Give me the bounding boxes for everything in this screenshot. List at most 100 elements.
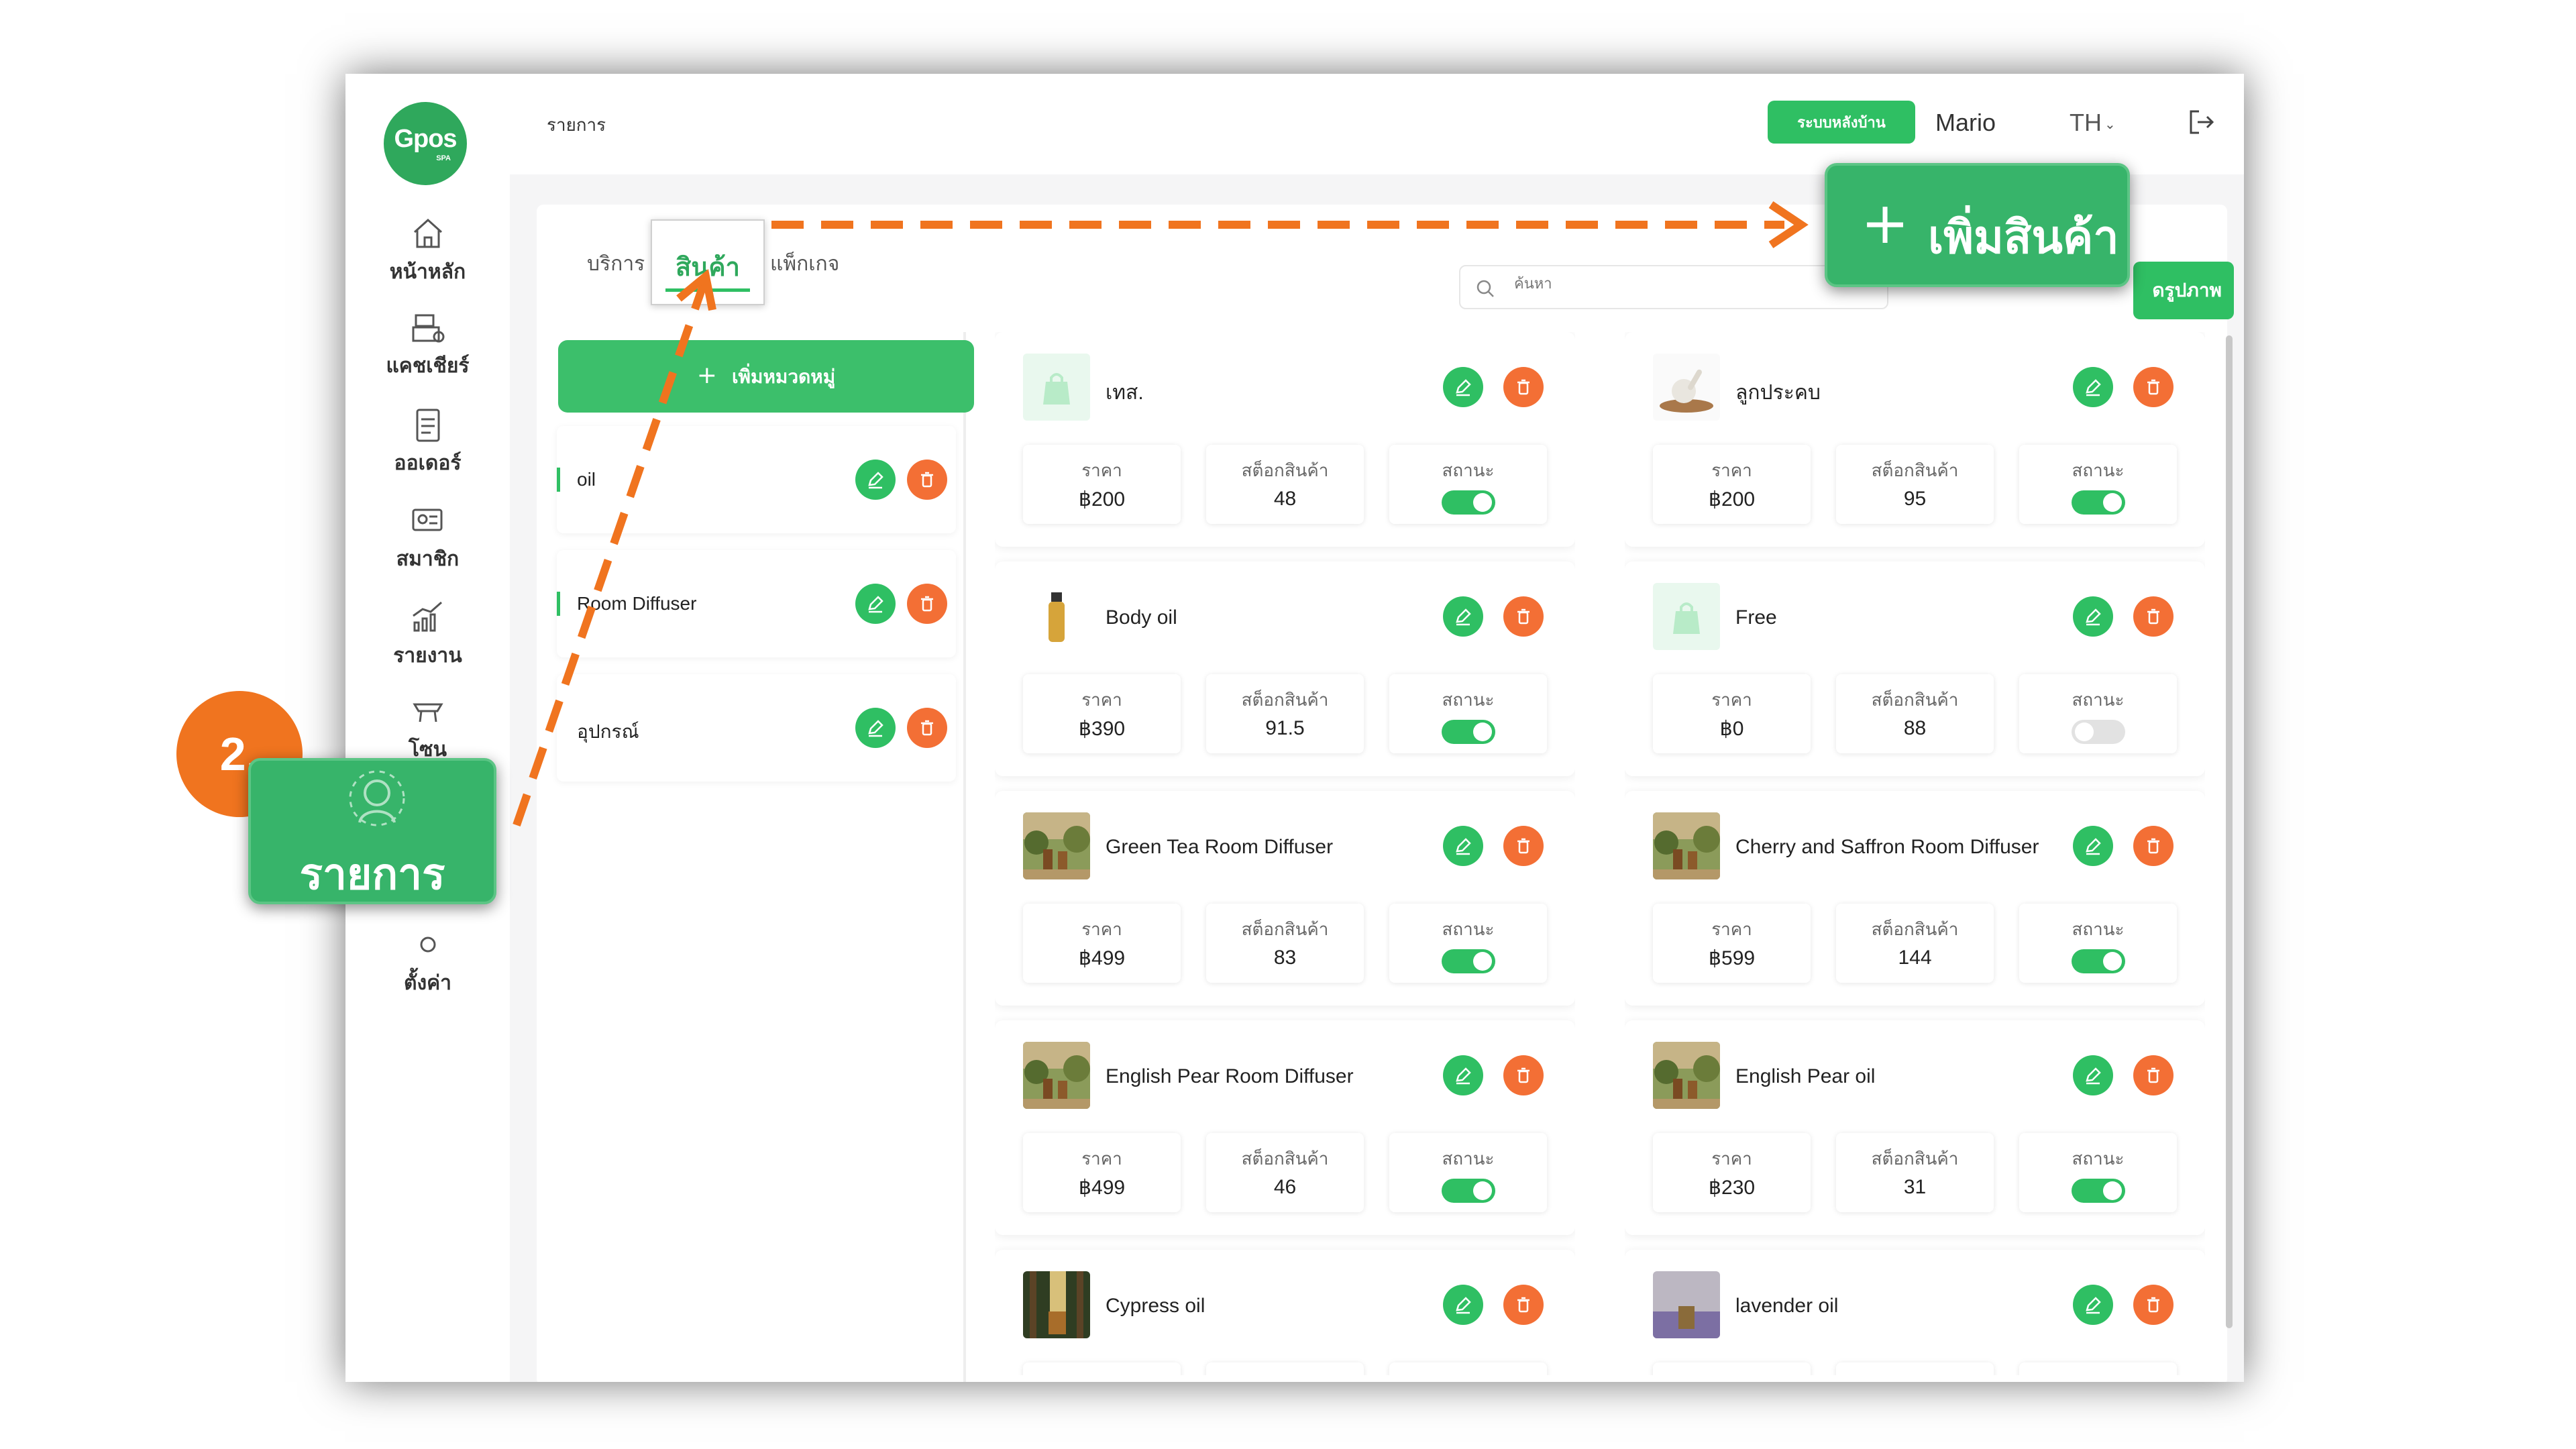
- product-name: เทส.: [1106, 382, 1144, 404]
- delete-product-button[interactable]: [2133, 826, 2174, 866]
- category-item[interactable]: Room Diffuser: [557, 550, 956, 657]
- delete-category-button[interactable]: [907, 708, 947, 748]
- plus-icon: +: [1861, 190, 1910, 257]
- nav-item-home[interactable]: หน้าหลัก: [345, 215, 510, 295]
- edit-product-button[interactable]: [2073, 1055, 2113, 1095]
- status-toggle[interactable]: [2072, 1179, 2125, 1203]
- product-image: [1653, 583, 1720, 650]
- product-card[interactable]: English Pear Room Diffuser ราคา ฿499 สต็อกส…: [995, 1020, 1575, 1235]
- nav-item-cashier[interactable]: แคชเชียร์: [345, 309, 510, 389]
- product-card[interactable]: Free ราคา ฿0 สต็อกสินค้า 88 สถานะ: [1625, 561, 2205, 776]
- edit-product-button[interactable]: [1443, 367, 1483, 407]
- nav-item-orders[interactable]: ออเดอร์: [345, 406, 510, 486]
- status-toggle[interactable]: [2072, 490, 2125, 515]
- status-toggle[interactable]: [2072, 720, 2125, 744]
- edit-product-button[interactable]: [2073, 826, 2113, 866]
- edit-product-button[interactable]: [1443, 596, 1483, 637]
- product-column-right: ลูกประคบ ราคา ฿200 สต็อกสินค้า 95 สถานะ Free รา…: [1625, 332, 2205, 1375]
- price-value: ฿599: [1708, 947, 1756, 969]
- delete-product-button[interactable]: [1503, 367, 1544, 407]
- category-item[interactable]: oil: [557, 426, 956, 533]
- nav-item-settings[interactable]: ตั้งค่า: [345, 926, 510, 1006]
- logout-icon[interactable]: [2187, 107, 2216, 137]
- price-box: ราคา ฿200: [1653, 445, 1811, 524]
- cashier-icon: [412, 314, 444, 343]
- tab-products[interactable]: สินค้า: [651, 219, 765, 305]
- status-toggle[interactable]: [1442, 720, 1495, 744]
- backoffice-button[interactable]: ระบบหลังบ้าน: [1768, 101, 1915, 144]
- delete-category-button[interactable]: [907, 460, 947, 500]
- product-card[interactable]: ลูกประคบ ราคา ฿200 สต็อกสินค้า 95 สถานะ: [1625, 332, 2205, 547]
- chevron-down-icon: ⌄: [2104, 117, 2116, 132]
- tab-services[interactable]: บริการ: [587, 248, 645, 280]
- delete-product-button[interactable]: [2133, 367, 2174, 407]
- product-name: Free: [1735, 606, 1777, 629]
- toggle-knob: [2103, 952, 2122, 971]
- delete-product-button[interactable]: [2133, 596, 2174, 637]
- status-toggle[interactable]: [1442, 949, 1495, 973]
- category-item[interactable]: อุปกรณ์: [557, 674, 956, 782]
- edit-product-button[interactable]: [2073, 596, 2113, 637]
- price-label: ราคา: [1711, 920, 1752, 940]
- product-card[interactable]: lavender oil ราคา สต็อกสินค้า สถานะ: [1625, 1250, 2205, 1375]
- edit-product-button[interactable]: [1443, 826, 1483, 866]
- price-value: ฿499: [1078, 947, 1126, 969]
- price-label: ราคา: [1711, 690, 1752, 710]
- trash-icon: [1517, 379, 1529, 395]
- delete-product-button[interactable]: [1503, 1285, 1544, 1325]
- price-label: ราคา: [1081, 690, 1122, 710]
- content-area: บริการ สินค้า แพ็กเกจ ดรูปภาพ + เพิ่มหมวด…: [510, 174, 2244, 1382]
- scrollbar[interactable]: [2226, 335, 2233, 1328]
- product-card[interactable]: เทส. ราคา ฿200 สต็อกสินค้า 48 สถานะ: [995, 332, 1575, 547]
- edit-category-button[interactable]: [855, 584, 896, 624]
- product-card[interactable]: Cypress oil ราคา สต็อกสินค้า สถานะ: [995, 1250, 1575, 1375]
- nav-item-reports[interactable]: รายงาน: [345, 598, 510, 679]
- status-toggle[interactable]: [1442, 490, 1495, 515]
- category-label: oil: [577, 469, 596, 490]
- nav-item-members[interactable]: สมาชิก: [345, 502, 510, 582]
- nav-label: ตั้งค่า: [403, 971, 452, 995]
- user-name[interactable]: Mario: [1935, 109, 1996, 137]
- edit-product-button[interactable]: [2073, 367, 2113, 407]
- delete-category-button[interactable]: [907, 584, 947, 624]
- product-card[interactable]: English Pear oil ราคา ฿230 สต็อกสินค้า 31 สถา…: [1625, 1020, 2205, 1235]
- product-image: [1023, 1271, 1090, 1338]
- edit-product-button[interactable]: [1443, 1285, 1483, 1325]
- stock-box: สต็อกสินค้า 95: [1836, 445, 1994, 524]
- tab-packages[interactable]: แพ็กเกจ: [770, 248, 839, 280]
- language-selector[interactable]: TH ⌄: [2070, 109, 2116, 137]
- stock-label: สต็อกสินค้า: [1871, 690, 1959, 710]
- add-product-callout[interactable]: + เพิ่มสินค้า: [1825, 163, 2130, 287]
- edit-product-button[interactable]: [2073, 1285, 2113, 1325]
- product-image: [1023, 354, 1090, 421]
- edit-pencil-icon: [1456, 1067, 1471, 1085]
- edit-product-button[interactable]: [1443, 1055, 1483, 1095]
- delete-product-button[interactable]: [2133, 1055, 2174, 1095]
- product-card[interactable]: Cherry and Saffron Room Diffuser ราคา ฿599…: [1625, 791, 2205, 1006]
- edit-category-button[interactable]: [855, 708, 896, 748]
- upload-image-button[interactable]: ดรูปภาพ: [2133, 262, 2234, 319]
- category-label: อุปกรณ์: [577, 721, 639, 742]
- price-label: ราคา: [1711, 1149, 1752, 1169]
- app-logo[interactable]: Gpos SPA: [384, 102, 467, 185]
- search-input[interactable]: [1514, 276, 1782, 292]
- price-value: ฿390: [1078, 718, 1126, 740]
- member-card-icon: [412, 508, 442, 531]
- nav-label: ออเดอร์: [394, 451, 462, 475]
- product-name: English Pear Room Diffuser: [1106, 1065, 1354, 1087]
- status-toggle[interactable]: [1442, 1179, 1495, 1203]
- product-card[interactable]: Green Tea Room Diffuser ราคา ฿499 สต็อกสินค…: [995, 791, 1575, 1006]
- add-category-button[interactable]: + เพิ่มหมวดหมู่: [558, 340, 974, 413]
- status-toggle[interactable]: [2072, 949, 2125, 973]
- delete-product-button[interactable]: [2133, 1285, 2174, 1325]
- plus-icon: +: [696, 361, 717, 389]
- stock-box: สต็อกสินค้า 48: [1206, 445, 1364, 524]
- delete-product-button[interactable]: [1503, 826, 1544, 866]
- delete-product-button[interactable]: [1503, 596, 1544, 637]
- edit-category-button[interactable]: [855, 460, 896, 500]
- edit-pencil-icon: [2086, 1297, 2101, 1314]
- delete-product-button[interactable]: [1503, 1055, 1544, 1095]
- stock-value: 95: [1903, 488, 1927, 510]
- toggle-knob: [1473, 1181, 1492, 1200]
- product-card[interactable]: Body oil ราคา ฿390 สต็อกสินค้า 91.5 สถานะ: [995, 561, 1575, 776]
